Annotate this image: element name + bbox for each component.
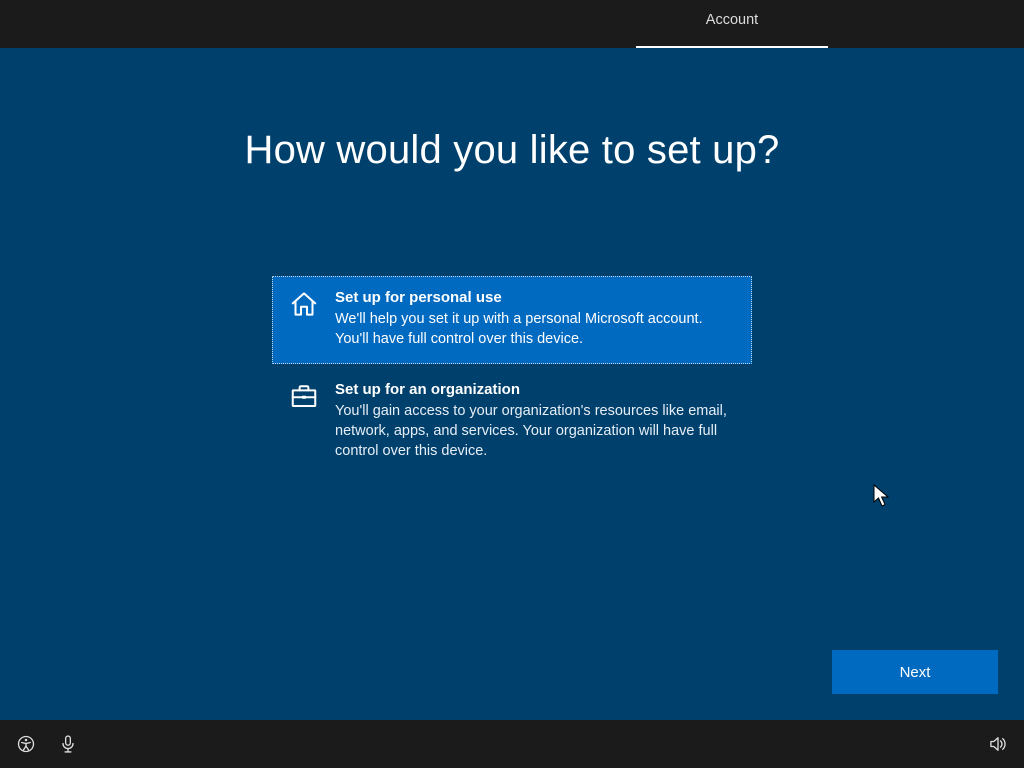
briefcase-icon — [287, 379, 321, 413]
option-personal-desc: We'll help you set it up with a personal… — [335, 309, 737, 349]
volume-icon[interactable] — [988, 734, 1008, 754]
next-button-label: Next — [900, 664, 931, 681]
option-organization-desc: You'll gain access to your organization'… — [335, 401, 737, 461]
tab-account-label: Account — [706, 12, 758, 28]
bottom-bar — [0, 720, 1024, 768]
ease-of-access-icon[interactable] — [16, 734, 36, 754]
cortana-mic-icon[interactable] — [58, 734, 78, 754]
option-organization[interactable]: Set up for an organization You'll gain a… — [272, 368, 752, 476]
next-button[interactable]: Next — [832, 650, 998, 694]
home-icon — [287, 287, 321, 321]
page-title: How would you like to set up? — [0, 128, 1024, 173]
option-personal-title: Set up for personal use — [335, 289, 737, 306]
top-bar: Account — [0, 0, 1024, 48]
option-personal-use[interactable]: Set up for personal use We'll help you s… — [272, 276, 752, 364]
mouse-cursor-icon — [873, 484, 891, 508]
content-stage: How would you like to set up? Set up for… — [0, 48, 1024, 720]
setup-options: Set up for personal use We'll help you s… — [272, 276, 752, 480]
option-organization-title: Set up for an organization — [335, 381, 737, 398]
tab-account[interactable]: Account — [636, 0, 828, 48]
